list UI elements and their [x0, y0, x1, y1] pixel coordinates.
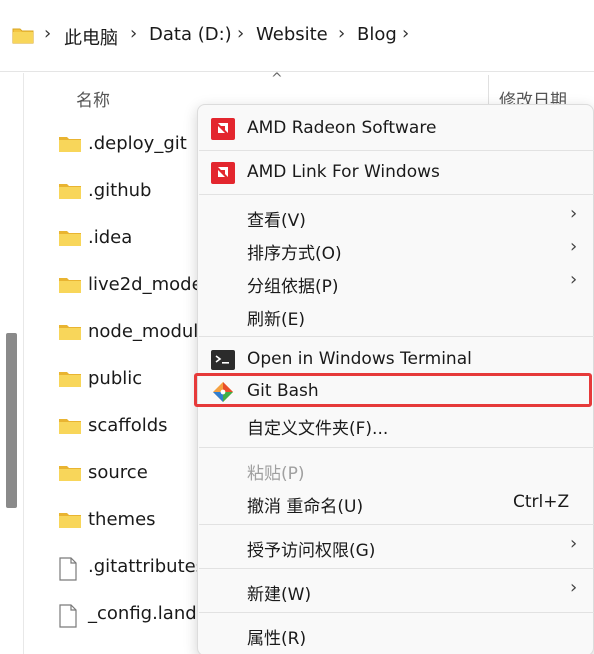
chevron-right-icon: › [570, 577, 578, 598]
terminal-icon [211, 349, 235, 371]
file-name: node_modul [88, 321, 199, 342]
menu-item-label: 新建(W) [247, 585, 312, 605]
breadcrumb-item[interactable]: Website [256, 24, 328, 45]
file-name: .idea [88, 227, 133, 248]
folder-icon [58, 275, 82, 299]
scrollbar-thumb[interactable] [6, 333, 17, 508]
menu-item-label: AMD Link For Windows [247, 162, 440, 182]
folder-icon [58, 228, 82, 252]
menu-item-new[interactable]: 新建(W) › [198, 575, 594, 607]
file-name: source [88, 462, 148, 483]
menu-item-view[interactable]: 查看(V) › [198, 201, 594, 233]
menu-separator [199, 568, 594, 569]
breadcrumb-item[interactable]: 此电脑 [64, 24, 118, 50]
breadcrumb-item[interactable]: Blog [357, 24, 397, 45]
menu-item-amd-link[interactable]: AMD Link For Windows [198, 157, 594, 189]
chevron-right-icon[interactable]: › [130, 23, 137, 44]
chevron-right-icon[interactable]: › [237, 23, 244, 44]
chevron-right-icon[interactable]: › [44, 23, 51, 44]
scrollbar[interactable] [0, 73, 24, 654]
file-name: .gitattributes [88, 556, 206, 577]
menu-item-label: Open in Windows Terminal [247, 349, 472, 369]
file-icon [58, 604, 78, 632]
menu-item-grant-access[interactable]: 授予访问权限(G) › [198, 531, 594, 563]
menu-item-terminal[interactable]: Open in Windows Terminal [198, 344, 594, 376]
menu-separator [199, 194, 594, 195]
file-name: public [88, 368, 143, 389]
menu-item-group[interactable]: 分组依据(P) › [198, 267, 594, 299]
folder-icon [58, 369, 82, 393]
menu-item-label: 自定义文件夹(F)... [247, 419, 389, 439]
menu-item-refresh[interactable]: 刷新(E) [198, 300, 594, 332]
chevron-right-icon: › [570, 203, 578, 224]
chevron-right-icon: › [570, 269, 578, 290]
folder-icon [58, 463, 82, 487]
menu-item-label: 查看(V) [247, 211, 306, 231]
menu-separator [199, 150, 594, 151]
menu-item-label: 分组依据(P) [247, 277, 339, 297]
chevron-right-icon: › [570, 236, 578, 257]
breadcrumb-item[interactable]: Data (D:) [149, 24, 232, 45]
folder-icon [58, 322, 82, 346]
menu-item-properties[interactable]: 属性(R) [198, 619, 594, 651]
explorer-window: › 此电脑 › Data (D:) › Website › Blog › ^ 名… [0, 0, 594, 654]
file-name: .deploy_git [88, 133, 187, 154]
chevron-right-icon[interactable]: › [402, 23, 409, 44]
menu-item-paste: 粘贴(P) [198, 454, 594, 486]
menu-item-undo-rename[interactable]: 撤消 重命名(U) Ctrl+Z [198, 487, 594, 519]
menu-item-label: AMD Radeon Software [247, 118, 437, 138]
column-header-name[interactable]: 名称 [76, 86, 110, 111]
menu-item-label: 授予访问权限(G) [247, 541, 376, 561]
file-name: scaffolds [88, 415, 168, 436]
menu-item-sort[interactable]: 排序方式(O) › [198, 234, 594, 266]
menu-item-label: 粘贴(P) [247, 464, 305, 484]
chevron-right-icon[interactable]: › [338, 23, 345, 44]
folder-icon [58, 416, 82, 440]
amd-icon [211, 118, 235, 140]
amd-icon [211, 162, 235, 184]
menu-separator [199, 524, 594, 525]
menu-item-label: 刷新(E) [247, 310, 306, 330]
folder-icon [58, 134, 82, 158]
shortcut-label: Ctrl+Z [513, 492, 570, 512]
file-icon [58, 557, 78, 585]
menu-item-customize[interactable]: 自定义文件夹(F)... [198, 409, 594, 441]
menu-separator [199, 612, 594, 613]
menu-separator [199, 336, 594, 337]
menu-item-amd-radeon[interactable]: AMD Radeon Software [198, 113, 594, 145]
sort-up-icon: ^ [271, 71, 283, 87]
folder-icon [58, 181, 82, 205]
address-bar[interactable]: › 此电脑 › Data (D:) › Website › Blog › [0, 0, 594, 72]
folder-icon [58, 510, 82, 534]
file-name: _config.lands [88, 603, 207, 624]
folder-icon [12, 26, 34, 48]
file-name: live2d_mode [88, 274, 203, 295]
file-name: .github [88, 180, 152, 201]
chevron-right-icon: › [570, 533, 578, 554]
menu-separator [199, 447, 594, 448]
menu-item-label: 属性(R) [247, 629, 307, 649]
menu-item-label: 排序方式(O) [247, 244, 342, 264]
highlight-box [194, 373, 592, 407]
menu-item-label: 撤消 重命名(U) [247, 497, 364, 517]
file-name: themes [88, 509, 156, 530]
